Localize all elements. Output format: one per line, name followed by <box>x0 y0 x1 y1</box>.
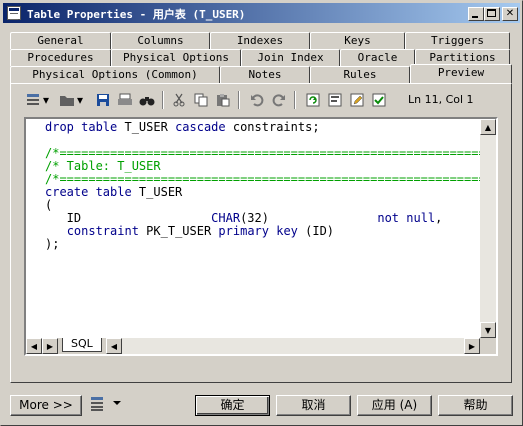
tab-oracle[interactable]: Oracle <box>340 49 415 66</box>
refresh-icon[interactable] <box>304 91 322 109</box>
folder-icon[interactable] <box>58 91 76 109</box>
code-token: ID <box>45 211 212 225</box>
format-icon[interactable] <box>24 91 42 109</box>
redo-icon[interactable] <box>270 91 288 109</box>
code-token: not null <box>377 211 436 225</box>
paste-icon[interactable] <box>214 91 232 109</box>
sheet-tab-sql[interactable]: SQL <box>62 338 102 352</box>
code-token: create table <box>45 185 139 199</box>
maximize-icon <box>487 9 496 17</box>
tab-columns[interactable]: Columns <box>111 32 210 49</box>
tab-preview[interactable]: Preview <box>410 64 512 83</box>
dropdown-arrow-icon[interactable]: ▾ <box>42 91 50 109</box>
minimize-button[interactable] <box>468 7 484 21</box>
cancel-button[interactable]: 取消 <box>276 395 351 416</box>
tab-physical-options-common[interactable]: Physical Options (Common) <box>10 66 220 83</box>
horizontal-scrollbar[interactable]: ◀ ▶ <box>106 338 480 354</box>
code-token: T_USER <box>138 185 183 199</box>
tab-join-index[interactable]: Join Index <box>241 49 340 66</box>
find-icon[interactable] <box>138 91 156 109</box>
tab-physical-options[interactable]: Physical Options <box>111 49 241 66</box>
tab-keys[interactable]: Keys <box>310 32 405 49</box>
dropdown-arrow-icon[interactable]: ▾ <box>76 91 84 109</box>
ok-button[interactable]: 确定 <box>195 395 270 416</box>
print-icon[interactable] <box>116 91 134 109</box>
code-token: (ID) <box>305 224 335 238</box>
minimize-icon <box>472 16 478 18</box>
save-icon[interactable] <box>94 91 112 109</box>
code-token: ( <box>45 198 53 212</box>
scroll-up-button[interactable]: ▲ <box>480 119 496 135</box>
code-token: T_USER <box>124 120 176 134</box>
tab-indexes[interactable]: Indexes <box>210 32 310 49</box>
close-button[interactable]: ✕ <box>502 7 518 21</box>
apply-button[interactable]: 应用 (A) <box>357 395 432 416</box>
code-token: constraints; <box>232 120 320 134</box>
window-title: Table Properties - 用户表 (T_USER) <box>27 8 246 21</box>
help-button[interactable]: 帮助 <box>438 395 513 416</box>
tab-procedures[interactable]: Procedures <box>10 49 111 66</box>
code-line: drop table T_USER cascade constraints; <box>45 121 480 134</box>
cursor-position: Ln 11, Col 1 <box>408 93 474 106</box>
toolbar-separator <box>162 91 164 109</box>
code-token: /*======================================… <box>45 172 480 186</box>
copy-icon[interactable] <box>192 91 210 109</box>
code-token: cascade <box>175 120 233 134</box>
tab-notes[interactable]: Notes <box>220 66 310 83</box>
check-icon[interactable] <box>370 91 388 109</box>
code-token: CHAR <box>211 211 241 225</box>
tab-general[interactable]: General <box>10 32 111 49</box>
horizontal-scrollbar-area: ◀ ▶ SQL ◀ ▶ <box>26 338 496 354</box>
run-script-icon[interactable] <box>326 91 344 109</box>
editor-text-area[interactable]: drop table T_USER cascade constraints; /… <box>26 119 480 338</box>
code-token: /*======================================… <box>45 146 480 160</box>
hscroll-right-button[interactable]: ▶ <box>464 338 480 354</box>
hscroll-left-button[interactable]: ◀ <box>106 338 122 354</box>
code-token: /* Table: T_USER <box>45 159 161 173</box>
editor-gutter <box>26 119 44 338</box>
code-token: , <box>435 211 443 225</box>
code-line: ); <box>45 238 480 251</box>
title-bar[interactable]: Table Properties - 用户表 (T_USER) ✕ <box>3 3 520 23</box>
code-token: (32) <box>240 211 378 225</box>
scroll-right-button[interactable]: ▶ <box>42 338 58 354</box>
dropdown-arrow-icon[interactable] <box>113 401 121 405</box>
toolbar-separator <box>294 91 296 109</box>
code-token: ); <box>45 237 60 251</box>
toolbar-separator <box>238 91 240 109</box>
undo-icon[interactable] <box>248 91 266 109</box>
sql-preview-editor[interactable]: drop table T_USER cascade constraints; /… <box>24 117 498 356</box>
code-line: constraint PK_T_USER primary key (ID) <box>45 225 480 238</box>
sql-code: drop table T_USER cascade constraints; /… <box>45 121 480 251</box>
close-icon: ✕ <box>505 8 515 19</box>
tab-triggers[interactable]: Triggers <box>405 32 510 49</box>
maximize-button[interactable] <box>484 7 500 21</box>
code-token: constraint <box>66 224 147 238</box>
cut-icon[interactable] <box>170 91 188 109</box>
table-icon <box>7 6 21 20</box>
edit-icon[interactable] <box>348 91 366 109</box>
code-token: PK_T_USER <box>146 224 219 238</box>
scroll-down-button[interactable]: ▼ <box>480 322 496 338</box>
code-token: primary key <box>218 224 306 238</box>
vertical-scrollbar[interactable]: ▲ ▼ <box>480 119 496 338</box>
scroll-left-button[interactable]: ◀ <box>26 338 42 354</box>
code-line: create table T_USER <box>45 186 480 199</box>
code-token: drop table <box>45 120 125 134</box>
tab-rules[interactable]: Rules <box>310 66 410 83</box>
format-icon[interactable] <box>90 396 106 412</box>
more-button[interactable]: More >> <box>10 395 82 416</box>
